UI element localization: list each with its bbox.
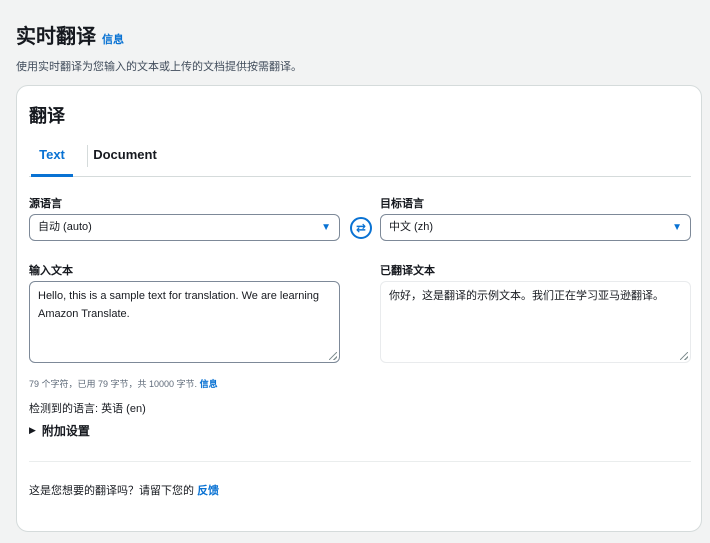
feedback-link[interactable]: 反馈	[197, 485, 219, 497]
swap-icon: ⇄	[355, 221, 367, 235]
translated-text-area: 你好，这是翻译的示例文本。我们正在学习亚马逊翻译。	[380, 281, 691, 363]
chevron-down-icon: ▼	[321, 222, 331, 233]
tab-divider	[87, 145, 88, 167]
swap-languages-button[interactable]: ⇄	[350, 217, 372, 239]
target-language-label: 目标语言	[380, 198, 424, 210]
title-row: 实时翻译 信息	[16, 20, 302, 49]
detected-language: 检测到的语言: 英语 (en)	[29, 403, 146, 415]
target-language-value: 中文 (zh)	[389, 221, 433, 233]
tab-document[interactable]: Document	[89, 141, 161, 174]
card-title: 翻译	[29, 106, 65, 126]
page-title: 实时翻译	[16, 26, 96, 48]
character-counter: 79 个字符，已用 79 字节，共 10000 字节. 信息	[29, 377, 218, 390]
divider	[29, 461, 691, 462]
character-counter-text: 79 个字符，已用 79 字节，共 10000 字节.	[29, 379, 198, 389]
source-language-label: 源语言	[29, 198, 62, 210]
page-header: 实时翻译 信息 使用实时翻译为您输入的文本或上传的文档提供按需翻译。	[16, 20, 302, 74]
input-text-label: 输入文本	[29, 265, 73, 277]
caret-right-icon: ▶	[29, 425, 36, 435]
translation-card: 翻译 Text Document 源语言 自动 (auto) ▼ ⇄ 目标语言 …	[16, 85, 702, 532]
translated-text-value: 你好，这是翻译的示例文本。我们正在学习亚马逊翻译。	[389, 290, 664, 302]
feedback-prompt: 这是您想要的翻译吗？请留下您的 反馈	[29, 482, 219, 498]
source-language-select[interactable]: 自动 (auto) ▼	[29, 214, 340, 241]
page: 实时翻译 信息 使用实时翻译为您输入的文本或上传的文档提供按需翻译。 翻译 Te…	[0, 0, 710, 543]
target-language-select[interactable]: 中文 (zh) ▼	[380, 214, 691, 241]
tab-bar: Text Document	[29, 141, 691, 177]
resize-handle-icon[interactable]	[680, 352, 688, 360]
info-link[interactable]: 信息	[102, 31, 124, 47]
additional-settings-toggle[interactable]: ▶ 附加设置	[29, 422, 90, 439]
counter-info-link[interactable]: 信息	[200, 379, 218, 389]
tab-text[interactable]: Text	[31, 141, 73, 177]
translated-text-label: 已翻译文本	[380, 265, 435, 277]
input-text-value: Hello, this is a sample text for transla…	[38, 290, 320, 320]
source-language-value: 自动 (auto)	[38, 221, 92, 233]
feedback-text: 这是您想要的翻译吗？请留下您的	[29, 485, 194, 497]
page-subtitle: 使用实时翻译为您输入的文本或上传的文档提供按需翻译。	[16, 61, 302, 73]
input-text-area[interactable]: Hello, this is a sample text for transla…	[29, 281, 340, 363]
resize-handle-icon[interactable]	[329, 352, 337, 360]
chevron-down-icon: ▼	[672, 222, 682, 233]
additional-settings-label: 附加设置	[41, 424, 90, 438]
